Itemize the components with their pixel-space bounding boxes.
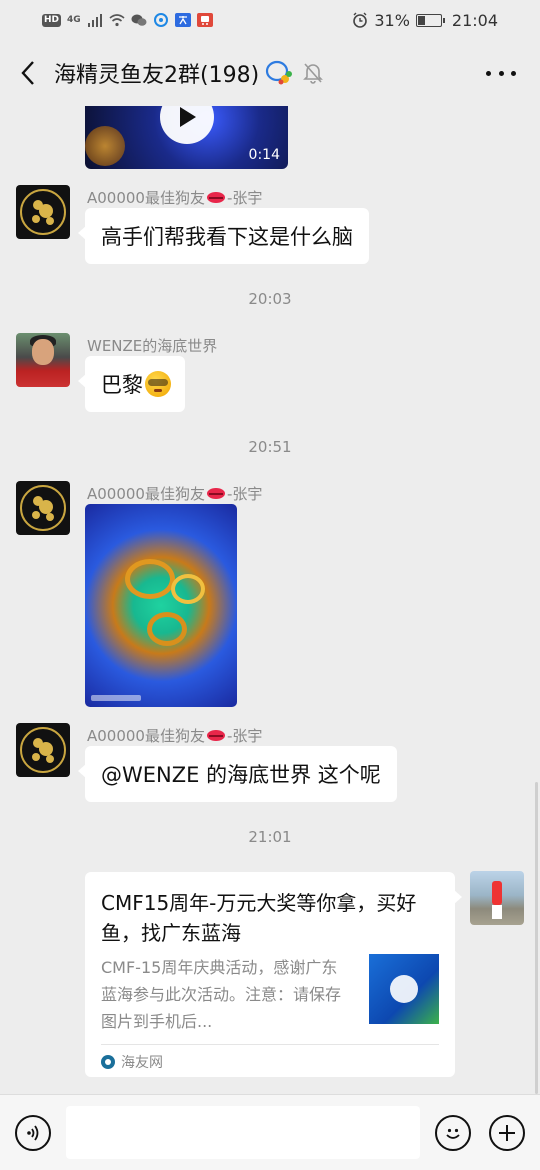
poodle-logo-icon (32, 496, 54, 521)
avatar[interactable] (16, 481, 70, 535)
wifi-icon (109, 14, 125, 27)
my-avatar[interactable] (470, 871, 524, 925)
battery-icon (415, 13, 445, 27)
browser-icon (153, 13, 168, 27)
translate-icon (174, 13, 191, 27)
more-icon (486, 70, 491, 76)
train-icon (196, 13, 213, 27)
source-icon (101, 1055, 115, 1069)
link-card[interactable]: CMF15周年-万元大奖等你拿，买好鱼，找广东蓝海 CMF-15周年庆典活动，感… (85, 872, 462, 1077)
timestamp: 20:03 (248, 290, 292, 308)
sender-name: A00000最佳狗友 -张宇 (87, 727, 263, 745)
back-icon (21, 61, 34, 85)
voice-icon (27, 1125, 39, 1141)
coral-photo[interactable] (85, 504, 237, 707)
plus-button[interactable] (489, 1115, 525, 1151)
status-right-icons: 31% 21:04 (352, 11, 498, 30)
group-chat-icon[interactable] (265, 60, 293, 86)
message-text: 巴黎 (101, 373, 143, 397)
kiss-lips-icon (206, 488, 225, 499)
timestamp: 21:01 (248, 828, 292, 846)
poodle-logo-icon (32, 200, 54, 225)
video-duration: 0:14 (248, 147, 280, 163)
input-bar (0, 1094, 540, 1170)
play-button[interactable] (160, 106, 214, 144)
avatar[interactable] (16, 185, 70, 239)
emoji-button[interactable] (435, 1115, 471, 1151)
message-bubble[interactable]: 高手们帮我看下这是什么脑 (78, 208, 369, 264)
kiss-lips-icon (206, 730, 225, 741)
card-title: CMF15周年-万元大奖等你拿，买好鱼，找广东蓝海 (101, 891, 417, 945)
divider (101, 1044, 439, 1045)
message-input[interactable] (66, 1106, 420, 1159)
emoji-icon (446, 1128, 460, 1139)
message-bubble[interactable]: 巴黎 (78, 356, 185, 412)
wechat-icon (131, 14, 147, 26)
voice-button[interactable] (15, 1115, 51, 1151)
signal-icon (87, 14, 102, 27)
avatar[interactable] (16, 723, 70, 777)
message-text: @WENZE 的海底世界 这个呢 (101, 763, 381, 787)
poodle-logo-icon (32, 738, 54, 763)
battery-percent: 31% (374, 10, 410, 30)
mute-bell-icon (303, 63, 324, 84)
message-list[interactable]: 0:14 A00000最佳狗友 -张宇 高手们帮我看下这是什么脑 20:03 WE… (0, 106, 540, 1094)
plus-icon (499, 1125, 515, 1141)
avatar[interactable] (16, 333, 70, 387)
clock: 21:04 (451, 10, 498, 30)
chat-title: 海精灵鱼友2群(198) (54, 63, 260, 88)
back-button[interactable] (16, 61, 40, 85)
timestamp: 20:51 (248, 438, 292, 456)
play-icon (180, 107, 196, 127)
alarm-icon (353, 12, 368, 28)
sender-name: A00000最佳狗友 -张宇 (87, 485, 263, 503)
hd-badge: HD (42, 13, 62, 27)
sender-name: A00000最佳狗友 -张宇 (87, 189, 263, 207)
status-left-icons: HD 4G (42, 13, 213, 27)
scrollbar[interactable] (535, 782, 538, 1094)
message-text: 高手们帮我看下这是什么脑 (101, 225, 353, 249)
sunglasses-emoji-icon (145, 371, 171, 397)
message-bubble[interactable]: @WENZE 的海底世界 这个呢 (78, 746, 397, 802)
video-message[interactable]: 0:14 (85, 106, 288, 169)
card-description: CMF-15周年庆典活动，感谢广东蓝海参与此次活动。注意：请保存图片到手机后..… (101, 958, 342, 1031)
card-source: 海友网 (101, 1052, 163, 1072)
network-badge: 4G (67, 15, 81, 25)
status-bar: HD 4G 31% 21:04 (0, 0, 540, 40)
kiss-lips-icon (206, 192, 225, 203)
chat-header: 海精灵鱼友2群(198) (0, 40, 540, 106)
sender-name: WENZE的海底世界 (87, 337, 218, 355)
card-thumbnail (369, 954, 439, 1024)
more-button[interactable] (486, 62, 516, 84)
title-badges (265, 60, 324, 86)
